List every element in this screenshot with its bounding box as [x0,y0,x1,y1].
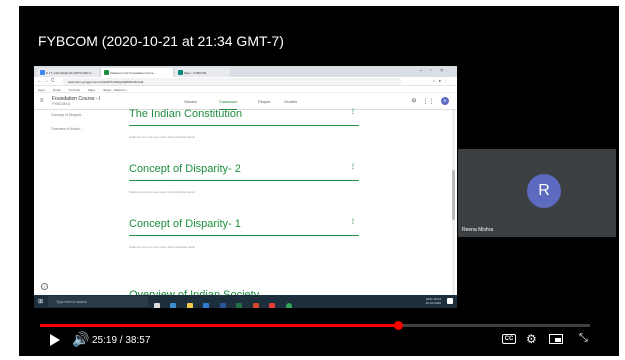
participant-tile: R Reena Mishra [458,149,616,237]
classroom-header: ≡ Foundation Course - I FYBCOM A Stream … [34,93,457,110]
tab-label: S.I.T. COLLEGE OF ARTS AND C... [46,71,94,75]
tab-people[interactable]: People [258,99,270,104]
volume-icon[interactable]: 🔊 [72,331,89,348]
taskbar-search-input[interactable]: Type here to search [48,296,148,307]
edge-icon[interactable] [170,303,177,308]
topic-divider [129,125,359,126]
topic-note: Students can only see topics with publis… [129,245,196,249]
participant-name: Reena Mishra [462,227,494,233]
file-explorer-icon[interactable] [186,303,193,308]
tab-stream[interactable]: Stream [184,99,197,104]
topic-more-icon[interactable]: ⋮ [350,163,356,170]
apps-grid-icon[interactable]: ⋮⋮ [422,99,434,105]
duration: 38:57 [125,335,151,346]
topic-title[interactable]: Concept of Disparity- 2 [129,163,241,175]
miniplayer-icon[interactable] [549,334,563,344]
browser-tab-college[interactable]: S.I.T. COLLEGE OF ARTS AND C... [37,68,99,77]
header-icons: ⚙ ⋮⋮ R [411,97,449,105]
topic-more-icon[interactable]: ⋮ [350,108,356,115]
tab-label: Meet - FYBCOM [184,71,207,75]
captions-icon[interactable]: CC [502,334,516,344]
help-icon[interactable]: ? [41,283,48,290]
video-frame[interactable]: FYBCOM (2020-10-21 at 21:34 GMT-7) S.I.T… [19,6,619,356]
college-favicon-icon [40,70,45,75]
screen-share: S.I.T. COLLEGE OF ARTS AND C... Classroo… [34,66,457,308]
topic-side-link[interactable]: Overview of Indian... [51,127,83,131]
topic-more-icon[interactable]: ⋮ [350,218,356,225]
notification-icon[interactable] [447,298,453,304]
bookmark-item[interactable]: Skype - Wiphinm... [103,88,128,92]
page-scrollbar[interactable] [452,110,455,295]
taskbar-apps [154,297,298,308]
browser-tab-classroom[interactable]: Classroom for Foundation Cours... [101,68,173,77]
store-icon[interactable] [203,303,210,308]
participant-avatar: R [527,174,561,208]
topic-note: Students can only see topics with publis… [129,190,196,194]
powerpoint-icon[interactable] [252,303,259,308]
url-field[interactable]: classroom.google.com/u/1/w/MTU1NDg1MjM4N… [62,78,402,85]
bookmark-item[interactable]: Maps [88,88,95,92]
settings-gear-icon[interactable]: ⚙ [411,99,416,105]
tab-label: Classroom for Foundation Cours... [110,71,156,75]
account-avatar[interactable]: R [441,97,449,105]
extension-icons[interactable]: ☆●⋮ [432,78,451,83]
bookmark-item[interactable]: Gmail [53,88,61,92]
hamburger-menu-icon[interactable]: ≡ [40,98,44,104]
scrollbar-thumb[interactable] [452,170,455,220]
topic-title[interactable]: The Indian Constitution [129,108,242,120]
nav-arrows-icon[interactable]: ←→C [37,78,57,84]
play-icon[interactable] [50,334,60,346]
topic-side-link[interactable]: Concept of Disparit... [51,113,84,117]
current-time: 25:19 [92,335,118,346]
course-section: FYBCOM A [52,102,71,106]
topic-note: Students can only see topics with publis… [129,135,196,139]
progress-played [40,324,398,327]
settings-gear-icon[interactable]: ⚙ [526,332,537,346]
tab-grades[interactable]: Grades [284,99,297,104]
bookmark-item[interactable]: Apps [38,88,45,92]
browser-tabbar: S.I.T. COLLEGE OF ARTS AND C... Classroo… [34,66,457,77]
tray-date: 22-10-2020 [425,301,441,305]
excel-icon[interactable] [236,303,243,308]
video-title: FYBCOM (2020-10-21 at 21:34 GMT-7) [38,33,284,49]
progress-scrubber-handle[interactable] [393,321,403,330]
windows-start-icon[interactable]: ⊞ [38,298,43,305]
window-controls[interactable]: –▫× [420,68,451,74]
time-display: 25:19 / 38:57 [92,335,150,346]
classroom-favicon-icon [104,70,109,75]
browser-tab-meet[interactable]: Meet - FYBCOM [175,68,230,77]
bookmarks-bar: Apps Gmail YouTube Maps Skype - Wiphinm.… [34,86,457,93]
bookmark-item[interactable]: YouTube [68,88,80,92]
address-bar: ←→C classroom.google.com/u/1/w/MTU1NDg1M… [34,77,457,86]
system-tray[interactable]: ENG 10:04 22-10-2020 [426,297,441,305]
fullscreen-exit-icon[interactable]: ⤡ [579,332,588,345]
video-progress-bar[interactable] [40,321,590,330]
task-view-icon[interactable] [154,303,160,308]
topic-divider [129,235,359,236]
app-icon[interactable] [269,303,276,308]
word-icon[interactable] [219,303,226,308]
chrome-icon[interactable] [285,303,292,308]
windows-taskbar: ⊞ Type here to search ENG 10:04 22-10-20… [34,295,457,308]
meet-favicon-icon [178,70,183,75]
topic-title[interactable]: Concept of Disparity- 1 [129,218,241,230]
topic-divider [129,180,359,181]
